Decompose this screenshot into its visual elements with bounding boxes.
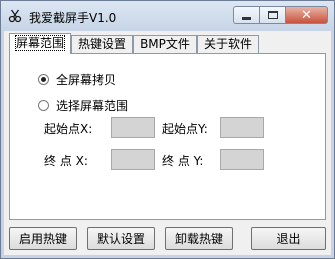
- tab-label: 热键设置: [77, 37, 126, 51]
- start-x-input[interactable]: [111, 117, 155, 138]
- minimize-icon: [242, 17, 251, 20]
- end-y-label: 终 点 Y:: [162, 154, 204, 168]
- start-y-label: 起始点Y:: [162, 122, 208, 136]
- app-window: 我爱截屏手V1.0 ✕ 屏幕范围 热键设置 BMP文件 关于软件 全屏幕拷贝 选…: [0, 0, 335, 259]
- tab-label: 关于软件: [203, 37, 252, 51]
- tab-label: 屏幕范围: [14, 35, 66, 51]
- radio-button[interactable]: [38, 100, 49, 111]
- unload-hotkey-button[interactable]: 卸载热键: [165, 227, 233, 250]
- tab-panel-screen-range: 全屏幕拷贝 选择屏幕范围 起始点X: 起始点Y: 终 点 X: 终 点 Y:: [9, 53, 326, 220]
- radio-full-screen[interactable]: 全屏幕拷贝: [38, 71, 116, 88]
- end-x-label: 终 点 X:: [44, 154, 88, 168]
- window-controls: ✕: [233, 6, 328, 24]
- enable-hotkey-button[interactable]: 启用热键: [9, 227, 77, 250]
- exit-button[interactable]: 退出: [251, 227, 326, 250]
- radio-label: 选择屏幕范围: [56, 99, 129, 113]
- radio-select-area[interactable]: 选择屏幕范围: [38, 97, 128, 114]
- maximize-button[interactable]: [259, 6, 285, 24]
- minimize-button[interactable]: [233, 6, 259, 24]
- close-icon: ✕: [301, 7, 312, 23]
- radio-button[interactable]: [38, 74, 49, 85]
- tab-screen-range[interactable]: 屏幕范围: [9, 33, 71, 54]
- tab-about[interactable]: 关于软件: [197, 35, 259, 53]
- start-x-label: 起始点X:: [44, 122, 93, 136]
- title-bar[interactable]: 我爱截屏手V1.0 ✕: [1, 1, 334, 31]
- maximize-icon: [267, 11, 278, 19]
- end-y-input[interactable]: [220, 149, 264, 170]
- tab-bmp-file[interactable]: BMP文件: [133, 35, 197, 53]
- window-title: 我爱截屏手V1.0: [29, 11, 117, 25]
- end-x-input[interactable]: [111, 149, 155, 170]
- radio-label: 全屏幕拷贝: [56, 73, 117, 87]
- tab-label: BMP文件: [140, 37, 190, 51]
- default-settings-button[interactable]: 默认设置: [87, 227, 155, 250]
- start-y-input[interactable]: [220, 117, 264, 138]
- scissors-icon: [8, 9, 22, 23]
- tab-hotkey-settings[interactable]: 热键设置: [71, 35, 133, 53]
- close-button[interactable]: ✕: [285, 6, 328, 24]
